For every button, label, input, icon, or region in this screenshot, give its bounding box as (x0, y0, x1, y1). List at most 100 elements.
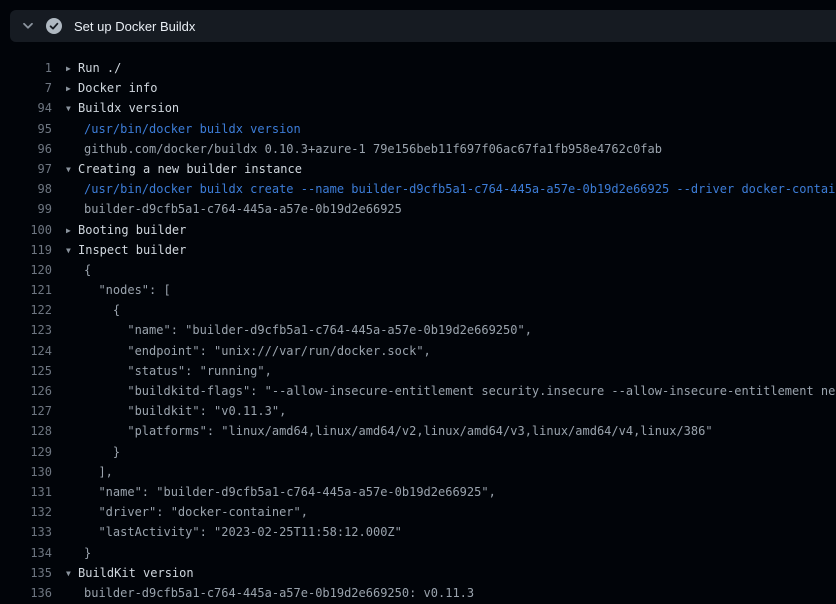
log-output-text: { (66, 260, 836, 280)
log-command-text: /usr/bin/docker buildx create --name bui… (66, 179, 836, 199)
log-group-title[interactable]: Booting builder (78, 223, 186, 237)
line-number[interactable]: 97 (0, 159, 52, 179)
log-group-row[interactable]: ▼Buildx version (66, 98, 836, 118)
log-output-text: "name": "builder-d9cfb5a1-c764-445a-a57e… (66, 320, 836, 340)
log-line: 125 "status": "running", (0, 361, 836, 381)
log-line: 136 builder-d9cfb5a1-c764-445a-a57e-0b19… (0, 583, 836, 603)
line-number[interactable]: 131 (0, 482, 52, 502)
chevron-down-icon[interactable] (21, 19, 35, 33)
log-line: 95 /usr/bin/docker buildx version (0, 119, 836, 139)
log-group-title[interactable]: Docker info (78, 81, 157, 95)
log-line: 94 ▼Buildx version (0, 98, 836, 118)
triangle-right-icon[interactable]: ▶ (66, 59, 78, 78)
log-group-title[interactable]: BuildKit version (78, 566, 194, 580)
log-line: 129 } (0, 442, 836, 462)
log-group-row[interactable]: ▼BuildKit version (66, 563, 836, 583)
log-line: 99 builder-d9cfb5a1-c764-445a-a57e-0b19d… (0, 199, 836, 219)
log-line: 124 "endpoint": "unix:///var/run/docker.… (0, 341, 836, 361)
log-output-text: ], (66, 462, 836, 482)
line-number[interactable]: 126 (0, 381, 52, 401)
step-header[interactable]: Set up Docker Buildx (10, 10, 836, 42)
step-title: Set up Docker Buildx (74, 19, 195, 34)
log-group-row[interactable]: ▼Creating a new builder instance (66, 159, 836, 179)
line-number[interactable]: 94 (0, 98, 52, 118)
line-number[interactable]: 119 (0, 240, 52, 260)
log-line: 122 { (0, 300, 836, 320)
log-line: 127 "buildkit": "v0.11.3", (0, 401, 836, 421)
log-output-text: "buildkit": "v0.11.3", (66, 401, 836, 421)
log-output-text: github.com/docker/buildx 0.10.3+azure-1 … (66, 139, 836, 159)
log-output-text: "lastActivity": "2023-02-25T11:58:12.000… (66, 522, 836, 542)
triangle-down-icon[interactable]: ▼ (66, 564, 78, 583)
log-output-text: "platforms": "linux/amd64,linux/amd64/v2… (66, 421, 836, 441)
log-group-row[interactable]: ▶Booting builder (66, 220, 836, 240)
line-number[interactable]: 132 (0, 502, 52, 522)
line-number[interactable]: 98 (0, 179, 52, 199)
log-line: 97 ▼Creating a new builder instance (0, 159, 836, 179)
line-number[interactable]: 96 (0, 139, 52, 159)
log-line: 7 ▶Docker info (0, 78, 836, 98)
log-output-text: builder-d9cfb5a1-c764-445a-a57e-0b19d2e6… (66, 583, 836, 603)
log-line: 135 ▼BuildKit version (0, 563, 836, 583)
triangle-down-icon[interactable]: ▼ (66, 160, 78, 179)
log-output-text: "nodes": [ (66, 280, 836, 300)
log-output-text: "name": "builder-d9cfb5a1-c764-445a-a57e… (66, 482, 836, 502)
log-line: 120 { (0, 260, 836, 280)
log-output-text: "endpoint": "unix:///var/run/docker.sock… (66, 341, 836, 361)
line-number[interactable]: 124 (0, 341, 52, 361)
log-group-row[interactable]: ▶Docker info (66, 78, 836, 98)
triangle-down-icon[interactable]: ▼ (66, 241, 78, 260)
log-group-title[interactable]: Buildx version (78, 101, 179, 115)
log-line: 132 "driver": "docker-container", (0, 502, 836, 522)
line-number[interactable]: 122 (0, 300, 52, 320)
log-line: 96 github.com/docker/buildx 0.10.3+azure… (0, 139, 836, 159)
log-group-title[interactable]: Creating a new builder instance (78, 162, 302, 176)
line-number[interactable]: 135 (0, 563, 52, 583)
log-line: 126 "buildkitd-flags": "--allow-insecure… (0, 381, 836, 401)
log-line: 128 "platforms": "linux/amd64,linux/amd6… (0, 421, 836, 441)
line-number[interactable]: 134 (0, 543, 52, 563)
log-viewer: 1 ▶Run ./ 7 ▶Docker info 94 ▼Buildx vers… (0, 42, 836, 604)
log-line: 134 } (0, 543, 836, 563)
log-output-text: { (66, 300, 836, 320)
line-number[interactable]: 1 (0, 58, 52, 78)
log-line: 119 ▼Inspect builder (0, 240, 836, 260)
log-output-text: builder-d9cfb5a1-c764-445a-a57e-0b19d2e6… (66, 199, 836, 219)
line-number[interactable]: 127 (0, 401, 52, 421)
log-group-row[interactable]: ▶Run ./ (66, 58, 836, 78)
line-number[interactable]: 136 (0, 583, 52, 603)
log-output-text: } (66, 442, 836, 462)
line-number[interactable]: 99 (0, 199, 52, 219)
log-line: 1 ▶Run ./ (0, 58, 836, 78)
line-number[interactable]: 129 (0, 442, 52, 462)
triangle-down-icon[interactable]: ▼ (66, 99, 78, 118)
log-group-row[interactable]: ▼Inspect builder (66, 240, 836, 260)
log-output-text: "driver": "docker-container", (66, 502, 836, 522)
triangle-right-icon[interactable]: ▶ (66, 221, 78, 240)
log-line: 131 "name": "builder-d9cfb5a1-c764-445a-… (0, 482, 836, 502)
line-number[interactable]: 123 (0, 320, 52, 340)
triangle-right-icon[interactable]: ▶ (66, 79, 78, 98)
log-group-title[interactable]: Inspect builder (78, 243, 186, 257)
line-number[interactable]: 125 (0, 361, 52, 381)
log-output-text: } (66, 543, 836, 563)
log-group-title[interactable]: Run ./ (78, 61, 121, 75)
log-line: 121 "nodes": [ (0, 280, 836, 300)
line-number[interactable]: 128 (0, 421, 52, 441)
line-number[interactable]: 120 (0, 260, 52, 280)
line-number[interactable]: 121 (0, 280, 52, 300)
log-line: 123 "name": "builder-d9cfb5a1-c764-445a-… (0, 320, 836, 340)
log-line: 98 /usr/bin/docker buildx create --name … (0, 179, 836, 199)
log-command-text: /usr/bin/docker buildx version (66, 119, 836, 139)
log-output-text: "buildkitd-flags": "--allow-insecure-ent… (66, 381, 836, 401)
line-number[interactable]: 133 (0, 522, 52, 542)
log-output-text: "status": "running", (66, 361, 836, 381)
check-circle-icon (46, 18, 62, 34)
log-line: 100 ▶Booting builder (0, 220, 836, 240)
line-number[interactable]: 130 (0, 462, 52, 482)
log-line: 133 "lastActivity": "2023-02-25T11:58:12… (0, 522, 836, 542)
line-number[interactable]: 100 (0, 220, 52, 240)
log-line: 130 ], (0, 462, 836, 482)
line-number[interactable]: 7 (0, 78, 52, 98)
line-number[interactable]: 95 (0, 119, 52, 139)
